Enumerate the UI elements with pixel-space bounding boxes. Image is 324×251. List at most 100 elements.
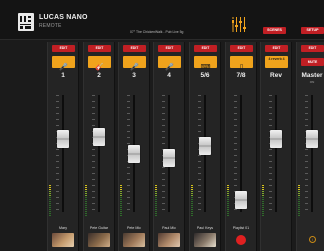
scale-tick (234, 137, 237, 138)
guitar-icon-tab[interactable]: 🎸 (88, 56, 111, 71)
scale-tick (269, 107, 272, 108)
fader-knob[interactable] (128, 144, 140, 163)
scale-tick (198, 101, 201, 102)
fader-track (311, 95, 313, 212)
channel-name: Pete Mic (127, 226, 141, 230)
edit-button[interactable]: EDIT (52, 45, 75, 52)
scale-tick (127, 191, 130, 192)
tablet-icon-tab[interactable]: ▯ (230, 56, 253, 71)
record-button[interactable] (236, 235, 246, 245)
edit-button[interactable]: EDIT (230, 45, 253, 52)
edit-button[interactable]: EDIT (194, 45, 217, 52)
edit-button[interactable]: EDIT (88, 45, 111, 52)
channel-avatar[interactable] (52, 233, 74, 247)
reverb-icon[interactable]: 4 reverb 4 (265, 56, 288, 68)
scale-tick (198, 203, 201, 204)
fader-knob[interactable] (270, 130, 282, 149)
scale-tick (127, 167, 130, 168)
scale-tick (92, 185, 95, 186)
channel-name: Paul Mic (162, 226, 176, 230)
edit-button[interactable]: EDIT (158, 45, 181, 52)
channel-avatar[interactable] (88, 233, 110, 247)
microphone-icon-tab[interactable]: 🎤 (123, 56, 146, 71)
scale-tick (127, 197, 130, 198)
scale-tick (162, 173, 165, 174)
scale-tick (198, 191, 201, 192)
channel-avatar[interactable] (194, 233, 216, 247)
scale-tick (305, 101, 308, 102)
microphone-icon-tab[interactable]: 🎤 (158, 56, 181, 71)
scale-tick (56, 191, 59, 192)
channel-number: 7/8 (236, 72, 246, 79)
scale-tick (92, 209, 95, 210)
info-icon[interactable]: i (309, 236, 316, 243)
fader-knob[interactable] (57, 130, 69, 149)
scenes-button[interactable]: SCENES (263, 27, 286, 34)
fader-scale (56, 95, 59, 212)
scale-tick (305, 173, 308, 174)
scale-tick (269, 95, 272, 96)
scale-tick (269, 167, 272, 168)
scale-tick (162, 191, 165, 192)
setup-button[interactable]: SETUP (301, 27, 324, 34)
scale-tick (198, 107, 201, 108)
level-meter (120, 185, 122, 217)
channel-name: Paul Keys (196, 226, 214, 230)
scale-tick (56, 185, 59, 186)
scale-tick (92, 155, 95, 156)
scale-tick (56, 101, 59, 102)
scale-tick (127, 179, 130, 180)
scale-tick (234, 143, 237, 144)
fader-knob[interactable] (93, 128, 105, 147)
fader-knob[interactable] (199, 137, 211, 156)
scale-tick (305, 107, 308, 108)
scale-tick (234, 101, 237, 102)
channel-avatar[interactable] (123, 233, 145, 247)
song-title: 07° The ChickenWalk - Pub Live 5g (130, 30, 184, 34)
microphone-icon-tab[interactable]: 🎤 (52, 56, 75, 71)
scale-tick (234, 167, 237, 168)
fader-knob[interactable] (306, 130, 318, 149)
scale-tick (234, 113, 237, 114)
scale-tick (92, 149, 95, 150)
fader-knob[interactable] (235, 191, 247, 210)
channel-number: Rev (270, 72, 282, 79)
scale-tick (305, 125, 308, 126)
scale-tick (127, 107, 130, 108)
scale-tick (269, 173, 272, 174)
edit-button[interactable]: EDIT (265, 45, 288, 52)
scale-tick (198, 167, 201, 168)
scale-tick (92, 119, 95, 120)
scale-tick (198, 125, 201, 126)
scale-tick (162, 95, 165, 96)
guitar-icon: 🎸 (95, 64, 104, 71)
mute-button[interactable]: MUTE (301, 58, 324, 66)
scale-tick (269, 179, 272, 180)
channel-avatar[interactable] (158, 233, 180, 247)
scale-tick (305, 191, 308, 192)
scale-tick (92, 173, 95, 174)
scale-tick (198, 197, 201, 198)
scale-tick (305, 149, 308, 150)
scale-tick (56, 149, 59, 150)
scale-tick (198, 161, 201, 162)
scale-tick (56, 95, 59, 96)
app-logo (18, 13, 34, 31)
app-header: LUCAS NANO REMOTE 07° The ChickenWalk - … (0, 0, 324, 40)
scale-tick (92, 101, 95, 102)
fader-knob[interactable] (163, 149, 175, 168)
scale-tick (234, 149, 237, 150)
master-edit-button[interactable]: EDIT (301, 45, 324, 52)
scale-tick (234, 95, 237, 96)
level-meter (191, 185, 193, 217)
mixer-icon[interactable] (232, 17, 246, 32)
scale-tick (162, 179, 165, 180)
fader-scale (305, 95, 308, 212)
keyboard-icon-tab[interactable]: ⌨ (194, 56, 217, 71)
scale-tick (162, 185, 165, 186)
scale-tick (92, 113, 95, 114)
edit-button[interactable]: EDIT (123, 45, 146, 52)
scale-tick (305, 95, 308, 96)
scale-tick (305, 167, 308, 168)
scale-tick (234, 209, 237, 210)
